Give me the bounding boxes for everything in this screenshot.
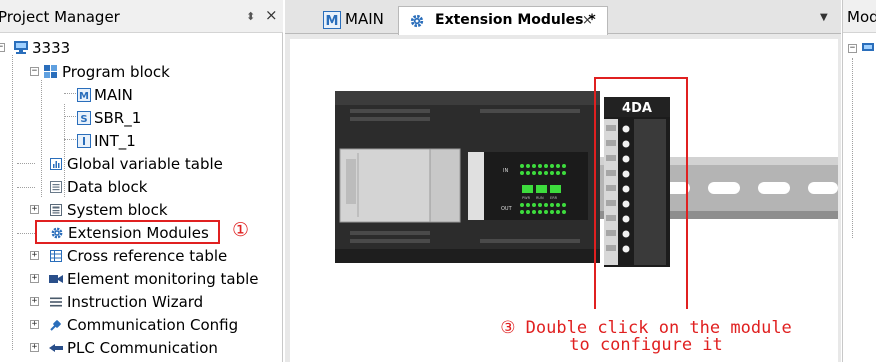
tab-bar: M MAIN Extension Modules * × ▼: [285, 0, 841, 35]
plc-cpu[interactable]: [335, 91, 600, 263]
tab-label: MAIN: [345, 10, 384, 28]
svg-text:M: M: [79, 91, 89, 102]
interrupt-icon: [77, 134, 91, 148]
expand-icon[interactable]: +: [30, 320, 39, 329]
plc-device-icon: [862, 43, 874, 51]
expand-icon[interactable]: +: [30, 251, 39, 260]
tree-item-int[interactable]: INT_1: [0, 130, 220, 152]
instruction-annotation: ③ Double click on the module to configur…: [466, 320, 826, 354]
expand-icon[interactable]: +: [30, 343, 39, 352]
in-label: IN: [503, 168, 508, 174]
panel-title: Mod: [847, 8, 876, 26]
expand-icon[interactable]: +: [30, 205, 39, 214]
program-block-icon: [44, 65, 57, 78]
tree-item-label: PLC Communication: [67, 339, 218, 357]
tree-item-program-block[interactable]: − Program block: [0, 61, 220, 83]
tree-item-main[interactable]: M MAIN: [0, 84, 220, 106]
tree-item-label: System block: [67, 201, 168, 219]
collapse-icon[interactable]: −: [0, 43, 5, 52]
highlight-box: [35, 220, 220, 244]
expand-icon[interactable]: +: [30, 297, 39, 306]
out-label: OUT: [501, 206, 513, 212]
plug-icon: [50, 320, 61, 331]
tree-item-label: MAIN: [94, 86, 133, 104]
tree-item-plc-communication[interactable]: + PLC Communication: [0, 337, 260, 359]
system-block-icon: [50, 204, 62, 216]
tree-item-communication-config[interactable]: + Communication Config: [0, 314, 260, 336]
subroutine-icon: S: [77, 111, 91, 125]
tree-item-root[interactable]: − 3333: [0, 37, 200, 59]
main-program-icon: M: [77, 88, 91, 102]
tree-item-label: SBR_1: [94, 109, 142, 127]
tab-label: Extension Modules *: [435, 12, 596, 28]
tree-item-label: Instruction Wizard: [67, 293, 204, 311]
extension-module-4da[interactable]: 4DA: [604, 97, 670, 267]
list-icon: [50, 297, 62, 307]
tree-item-label: INT_1: [94, 132, 136, 150]
run-label: RUN: [536, 196, 544, 200]
collapse-icon[interactable]: −: [848, 44, 857, 53]
tree-item-label: Global variable table: [67, 155, 223, 173]
pwr-label: PWR: [522, 196, 531, 200]
tab-list-dropdown-icon[interactable]: ▼: [820, 12, 828, 23]
camera-icon: [49, 275, 63, 283]
close-icon[interactable]: ×: [265, 6, 278, 24]
tree-item-instruction-wizard[interactable]: + Instruction Wizard: [0, 291, 240, 313]
expand-icon[interactable]: +: [30, 274, 39, 283]
close-icon[interactable]: ×: [582, 13, 593, 28]
tree-item-label: Program block: [62, 63, 170, 81]
tree-item-label: Cross reference table: [67, 247, 228, 265]
table-icon: [50, 158, 62, 170]
project-manager-header: Project Manager ⬍ ×: [0, 0, 283, 33]
tree-item-label: Data block: [67, 178, 148, 196]
tree-item-label: 3333: [32, 39, 71, 57]
tree-connector: [852, 58, 853, 238]
svg-text:S: S: [80, 114, 87, 125]
editor-area: M MAIN Extension Modules * × ▼ IN OUT PW…: [285, 0, 841, 362]
data-block-icon: [50, 181, 62, 193]
tree-item-system-block[interactable]: + System block: [0, 199, 200, 221]
tree-item-cross-reference-table[interactable]: + Cross reference table: [0, 245, 270, 267]
main-program-icon: M: [323, 11, 341, 29]
tree-item-data-block[interactable]: Data block: [0, 176, 200, 198]
annotation-line: to configure it: [569, 335, 723, 355]
gear-icon: [410, 14, 424, 28]
collapse-icon[interactable]: −: [30, 67, 39, 76]
svg-text:M: M: [326, 14, 339, 29]
err-label: ERR: [550, 196, 558, 200]
grid-icon: [50, 250, 62, 262]
tree-item-element-monitoring-table[interactable]: + Element monitoring table: [0, 268, 283, 290]
plc-device-icon: [14, 41, 28, 54]
tree-item-sbr[interactable]: S SBR_1: [0, 107, 220, 129]
module-panel-header: Mod: [843, 0, 876, 33]
annotation-marker: ①: [232, 219, 250, 241]
module-panel: Mod −: [842, 0, 876, 362]
project-manager-panel: Project Manager ⬍ × − 3333 − Program blo…: [0, 0, 283, 362]
module-label: 4DA: [622, 101, 652, 116]
plc-rack-illustration: IN OUT PWR RUN ERR 4DA: [335, 77, 838, 309]
pin-icon[interactable]: ⬍: [246, 10, 255, 23]
tab-extension-modules[interactable]: Extension Modules * ×: [398, 6, 608, 35]
tree-item-global-variable-table[interactable]: Global variable table: [0, 153, 260, 175]
panel-title: Project Manager: [0, 8, 120, 26]
tree-item-label: Communication Config: [67, 316, 239, 334]
connector-icon: [49, 344, 63, 352]
tree-item-label: Element monitoring table: [67, 270, 259, 288]
extension-modules-canvas: IN OUT PWR RUN ERR 4DA ③ Double click on…: [290, 39, 838, 362]
